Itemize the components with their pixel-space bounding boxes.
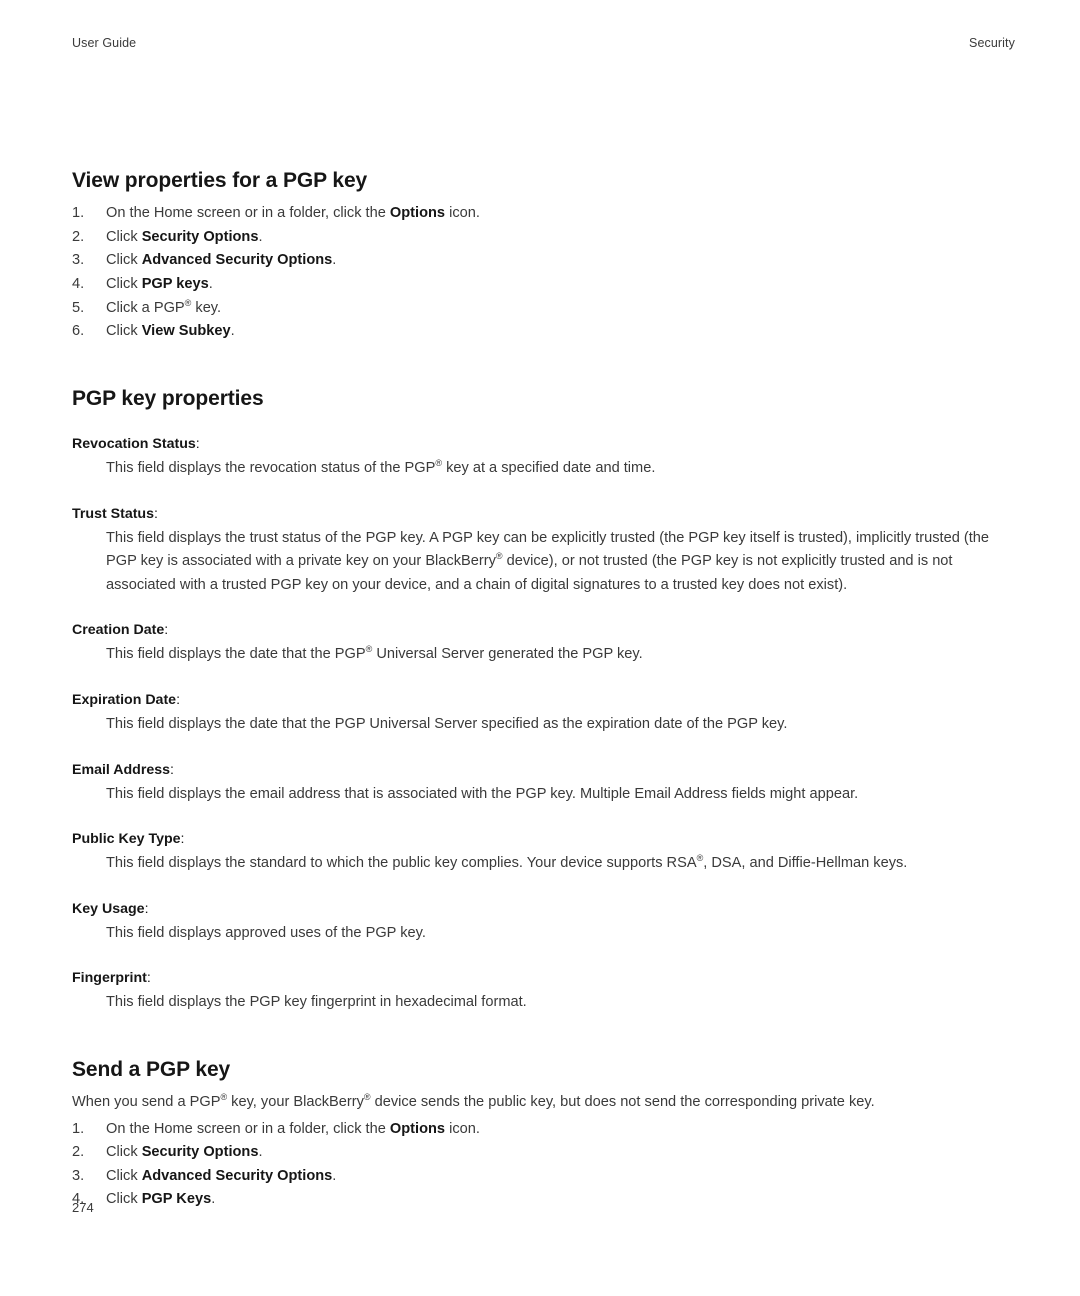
property-term-colon: : bbox=[164, 622, 169, 639]
property-term: Trust Status: bbox=[72, 505, 158, 522]
property-description: This field displays the trust status of … bbox=[106, 529, 990, 593]
step-number: 1. bbox=[72, 205, 85, 222]
step-number: 4. bbox=[72, 275, 85, 292]
step-item: 5. Click a PGP® key. bbox=[72, 297, 1016, 321]
document-page: User Guide Security View properties for … bbox=[0, 0, 1080, 1296]
property-term-colon: : bbox=[146, 970, 151, 987]
property-term: Creation Date: bbox=[72, 622, 169, 639]
step-ui-label: Security Options bbox=[141, 228, 259, 245]
property-term: Email Address: bbox=[72, 761, 174, 778]
property-term-colon: : bbox=[195, 435, 200, 452]
step-number: 2. bbox=[72, 228, 85, 245]
step-ui-label: PGP Keys bbox=[141, 1191, 212, 1208]
step-item: 2. Click Security Options. bbox=[72, 1141, 1016, 1165]
step-text: Click Security Options. bbox=[106, 1144, 263, 1161]
step-item: 3. Click Advanced Security Options. bbox=[72, 249, 1016, 273]
page-content: View properties for a PGP key 1. On the H… bbox=[72, 168, 1016, 1212]
step-text: Click PGP keys. bbox=[106, 275, 213, 292]
property-description: This field displays the date that the PG… bbox=[106, 644, 643, 663]
step-number: 3. bbox=[72, 252, 85, 269]
registered-trademark-symbol: ® bbox=[363, 1092, 371, 1103]
property-term-colon: : bbox=[144, 900, 149, 917]
property-description: This field displays the date that the PG… bbox=[106, 715, 788, 732]
step-number: 6. bbox=[72, 323, 85, 340]
step-item: 3. Click Advanced Security Options. bbox=[72, 1165, 1016, 1189]
property-term-colon: : bbox=[170, 761, 174, 778]
step-text: Click Advanced Security Options. bbox=[106, 1167, 337, 1184]
section-pgp-key-properties: PGP key properties Revocation Status: Thi… bbox=[72, 386, 1016, 1015]
step-text: Click PGP Keys. bbox=[106, 1191, 216, 1208]
steps-list-view-properties: 1. On the Home screen or in a folder, cli… bbox=[72, 202, 1016, 344]
header-right-label: Security bbox=[969, 36, 1015, 50]
registered-trademark-symbol: ® bbox=[495, 551, 503, 562]
property-description: This field displays the email address th… bbox=[106, 785, 859, 802]
property-term: Revocation Status: bbox=[72, 435, 200, 452]
property-description: This field displays the PGP key fingerpr… bbox=[106, 994, 527, 1011]
property-term: Key Usage: bbox=[72, 900, 149, 917]
step-text: Click a PGP® key. bbox=[106, 297, 222, 316]
property-term: Expiration Date: bbox=[72, 691, 181, 708]
property-term-colon: : bbox=[176, 691, 181, 708]
step-number: 2. bbox=[72, 1144, 85, 1161]
step-text: Click Advanced Security Options. bbox=[106, 252, 337, 269]
steps-list-send-pgp-key: 1. On the Home screen or in a folder, cli… bbox=[72, 1118, 1016, 1212]
section-send-pgp-key: Send a PGP key When you send a PGP® key,… bbox=[72, 1057, 1016, 1212]
running-header: User Guide Security bbox=[72, 36, 1015, 50]
section-heading-pgp-key-properties: PGP key properties bbox=[72, 386, 264, 410]
step-number: 3. bbox=[72, 1167, 85, 1184]
section-view-properties: View properties for a PGP key 1. On the H… bbox=[72, 168, 1016, 344]
step-ui-label: Options bbox=[389, 1120, 446, 1137]
step-item: 1. On the Home screen or in a folder, cli… bbox=[72, 202, 1016, 226]
property-description: This field displays the standard to whic… bbox=[106, 853, 908, 872]
step-item: 6. Click View Subkey. bbox=[72, 320, 1016, 344]
section-heading-send-pgp-key: Send a PGP key bbox=[72, 1057, 231, 1081]
header-left-label: User Guide bbox=[72, 36, 137, 50]
step-text: On the Home screen or in a folder, click… bbox=[106, 205, 480, 222]
registered-trademark-symbol: ® bbox=[696, 853, 704, 864]
send-pgp-key-intro-paragraph: When you send a PGP® key, your BlackBerr… bbox=[72, 1092, 875, 1111]
property-term: Fingerprint: bbox=[72, 970, 151, 987]
property-term-colon: : bbox=[180, 831, 185, 848]
page-number: 274 bbox=[72, 1200, 94, 1215]
step-ui-label: Advanced Security Options bbox=[141, 252, 333, 269]
step-number: 1. bbox=[72, 1120, 85, 1137]
step-ui-label: PGP keys bbox=[141, 275, 209, 292]
section-heading-view-properties: View properties for a PGP key bbox=[72, 169, 368, 192]
step-ui-label: Advanced Security Options bbox=[141, 1167, 333, 1184]
property-term-colon: : bbox=[154, 505, 158, 522]
step-ui-label: View Subkey bbox=[141, 323, 231, 340]
step-item: 4. Click PGP keys. bbox=[72, 273, 1016, 297]
registered-trademark-symbol: ® bbox=[365, 644, 373, 655]
step-text: Click View Subkey. bbox=[106, 323, 235, 340]
step-item: 1. On the Home screen or in a folder, cli… bbox=[72, 1118, 1016, 1142]
step-number: 5. bbox=[72, 299, 85, 316]
property-term: Public Key Type: bbox=[72, 831, 185, 848]
step-text: On the Home screen or in a folder, click… bbox=[106, 1120, 480, 1137]
step-ui-label: Options bbox=[389, 205, 446, 222]
property-description: This field displays the revocation statu… bbox=[106, 458, 656, 476]
definition-list-pgp-key-properties: Revocation Status: This field displays th… bbox=[72, 433, 1016, 1015]
step-item: 2. Click Security Options. bbox=[72, 226, 1016, 250]
step-text: Click Security Options. bbox=[106, 228, 263, 245]
registered-trademark-symbol: ® bbox=[220, 1092, 228, 1103]
step-item: 4. Click PGP Keys. bbox=[72, 1188, 1016, 1212]
step-ui-label: Security Options bbox=[141, 1144, 259, 1161]
registered-trademark-symbol: ® bbox=[435, 458, 443, 469]
property-description: This field displays approved uses of the… bbox=[106, 924, 426, 941]
registered-trademark-symbol: ® bbox=[184, 297, 192, 308]
